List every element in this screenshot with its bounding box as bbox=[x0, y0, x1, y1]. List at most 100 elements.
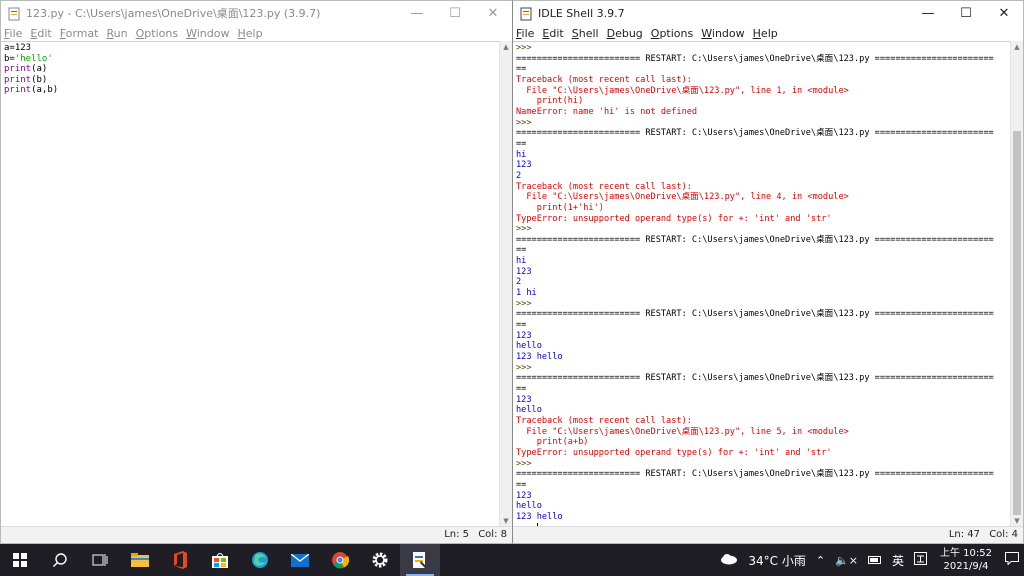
battery-icon[interactable] bbox=[867, 554, 882, 567]
shell-line-text: File "C:\Users\james\OneDrive\桌面\123.py"… bbox=[516, 426, 849, 437]
task-view-icon[interactable] bbox=[80, 544, 120, 576]
shell-line: ======================== RESTART: C:\Use… bbox=[516, 469, 1011, 480]
shell-line: 123 hello bbox=[516, 512, 1011, 523]
shell-line-text: 1 hi bbox=[516, 288, 537, 299]
shell-line: 123 bbox=[516, 331, 1011, 342]
maximize-button[interactable]: ☐ bbox=[947, 1, 985, 25]
code-line: print(a) bbox=[4, 64, 500, 75]
line-number: Ln: 5 bbox=[444, 529, 470, 540]
shell-line: ======================== RESTART: C:\Use… bbox=[516, 235, 1011, 246]
menu-run[interactable]: Run bbox=[107, 27, 128, 40]
editor-titlebar[interactable]: 123.py - C:\Users\james\OneDrive\桌面\123.… bbox=[1, 1, 512, 25]
close-button[interactable]: ✕ bbox=[474, 1, 512, 25]
shell-output-area[interactable]: >>> ======================== RESTART: C:… bbox=[513, 41, 1011, 527]
shell-line-text: == bbox=[516, 245, 527, 256]
idle-file-icon bbox=[8, 6, 20, 21]
weather-text[interactable]: 34°C 小雨 bbox=[748, 552, 805, 569]
shell-titlebar[interactable]: IDLE Shell 3.9.7 — ☐ ✕ bbox=[513, 1, 1023, 25]
code-token: (b) bbox=[31, 74, 48, 85]
shell-line: 2 bbox=[516, 171, 1011, 182]
scroll-up-icon[interactable]: ▲ bbox=[500, 41, 512, 53]
editor-scrollbar[interactable]: ▲ ▼ bbox=[499, 41, 512, 527]
shell-line-text: Traceback (most recent call last): bbox=[516, 415, 692, 426]
chevron-up-icon[interactable]: ⌃ bbox=[816, 554, 825, 567]
speaker-muted-icon[interactable]: 🔈× bbox=[835, 554, 858, 567]
store-icon[interactable] bbox=[200, 544, 240, 576]
menu-options[interactable]: Options bbox=[651, 27, 693, 40]
close-button[interactable]: ✕ bbox=[985, 1, 1023, 25]
shell-line-text: >>> bbox=[516, 224, 537, 235]
shell-line: Traceback (most recent call last): bbox=[516, 416, 1011, 427]
shell-menubar: File Edit Shell Debug Options Window Help bbox=[513, 25, 1023, 41]
menu-edit[interactable]: Edit bbox=[542, 27, 563, 40]
shell-line: 123 bbox=[516, 267, 1011, 278]
taskbar: 34°C 小雨 ⌃ 🔈× 英 上午 10:52 2021/9/4 bbox=[0, 544, 1024, 576]
menu-window[interactable]: Window bbox=[701, 27, 744, 40]
chrome-icon[interactable] bbox=[320, 544, 360, 576]
shell-line: print(1+'hi') bbox=[516, 203, 1011, 214]
windows-start-icon[interactable] bbox=[0, 544, 40, 576]
weather-icon[interactable] bbox=[720, 553, 738, 568]
shell-line-text: 123 bbox=[516, 490, 532, 501]
file-explorer-icon[interactable] bbox=[120, 544, 160, 576]
editor-code-area[interactable]: a=123 b='hello' print(a) print(b) print(a,b) bbox=[1, 41, 500, 527]
clock[interactable]: 上午 10:52 2021/9/4 bbox=[940, 547, 992, 573]
shell-line: hello bbox=[516, 341, 1011, 352]
shell-line: == bbox=[516, 64, 1011, 75]
shell-line-text: hi bbox=[516, 256, 527, 267]
shell-title: IDLE Shell 3.9.7 bbox=[538, 6, 625, 20]
shell-line-text: == bbox=[516, 64, 527, 75]
shell-line: print(a+b) bbox=[516, 437, 1011, 448]
menu-file[interactable]: File bbox=[4, 27, 22, 40]
shell-line: TypeError: unsupported operand type(s) f… bbox=[516, 214, 1011, 225]
code-token: (a,b) bbox=[31, 85, 59, 96]
shell-line-text: 2 bbox=[516, 170, 522, 181]
shell-scrollbar[interactable]: ▲ ▼ bbox=[1010, 41, 1023, 527]
office-icon[interactable] bbox=[160, 544, 200, 576]
menu-shell[interactable]: Shell bbox=[572, 27, 599, 40]
shell-line: 2 bbox=[516, 277, 1011, 288]
code-token: print bbox=[4, 74, 32, 85]
search-icon[interactable] bbox=[40, 544, 80, 576]
shell-line-text: ======================== RESTART: C:\Use… bbox=[516, 53, 994, 64]
menu-help[interactable]: Help bbox=[237, 27, 262, 40]
editor-window: 123.py - C:\Users\james\OneDrive\桌面\123.… bbox=[0, 0, 513, 544]
scroll-thumb[interactable] bbox=[1013, 131, 1021, 515]
shell-line: >>> bbox=[516, 299, 1011, 310]
settings-icon[interactable] bbox=[360, 544, 400, 576]
ime-mode-text[interactable]: 英 bbox=[892, 552, 904, 569]
menu-edit[interactable]: Edit bbox=[30, 27, 51, 40]
menu-debug[interactable]: Debug bbox=[607, 27, 643, 40]
line-number: Ln: 47 bbox=[948, 529, 981, 540]
shell-line: >>> bbox=[516, 43, 1011, 54]
maximize-button[interactable]: ☐ bbox=[436, 1, 474, 25]
idle-icon[interactable] bbox=[400, 544, 440, 576]
code-token: 'hello' bbox=[14, 53, 53, 64]
ime-icon[interactable] bbox=[914, 552, 927, 568]
menu-options[interactable]: Options bbox=[136, 27, 178, 40]
clock-date: 2021/9/4 bbox=[943, 561, 989, 572]
shell-line-text: ======================== RESTART: C:\Use… bbox=[516, 373, 994, 384]
column-number: Col: 8 bbox=[478, 529, 507, 540]
shell-line-text: hello bbox=[516, 405, 542, 416]
edge-icon[interactable] bbox=[240, 544, 280, 576]
shell-line: ======================== RESTART: C:\Use… bbox=[516, 373, 1011, 384]
menu-file[interactable]: File bbox=[516, 27, 534, 40]
idle-shell-icon bbox=[520, 6, 532, 21]
scroll-up-icon[interactable]: ▲ bbox=[1011, 41, 1023, 53]
menu-window[interactable]: Window bbox=[186, 27, 229, 40]
shell-line-text: 123 bbox=[516, 266, 532, 277]
minimize-button[interactable]: — bbox=[398, 1, 436, 25]
mail-icon[interactable] bbox=[280, 544, 320, 576]
shell-line: 123 bbox=[516, 395, 1011, 406]
shell-line: 123 bbox=[516, 491, 1011, 502]
menu-format[interactable]: Format bbox=[60, 27, 99, 40]
shell-line: 123 bbox=[516, 160, 1011, 171]
shell-line: NameError: name 'hi' is not defined bbox=[516, 107, 1011, 118]
menu-help[interactable]: Help bbox=[753, 27, 778, 40]
shell-line-text: ======================== RESTART: C:\Use… bbox=[516, 234, 994, 245]
minimize-button[interactable]: — bbox=[909, 1, 947, 25]
shell-line: Traceback (most recent call last): bbox=[516, 75, 1011, 86]
notification-icon[interactable] bbox=[1005, 552, 1019, 568]
shell-line-text: 123 hello bbox=[516, 352, 563, 363]
